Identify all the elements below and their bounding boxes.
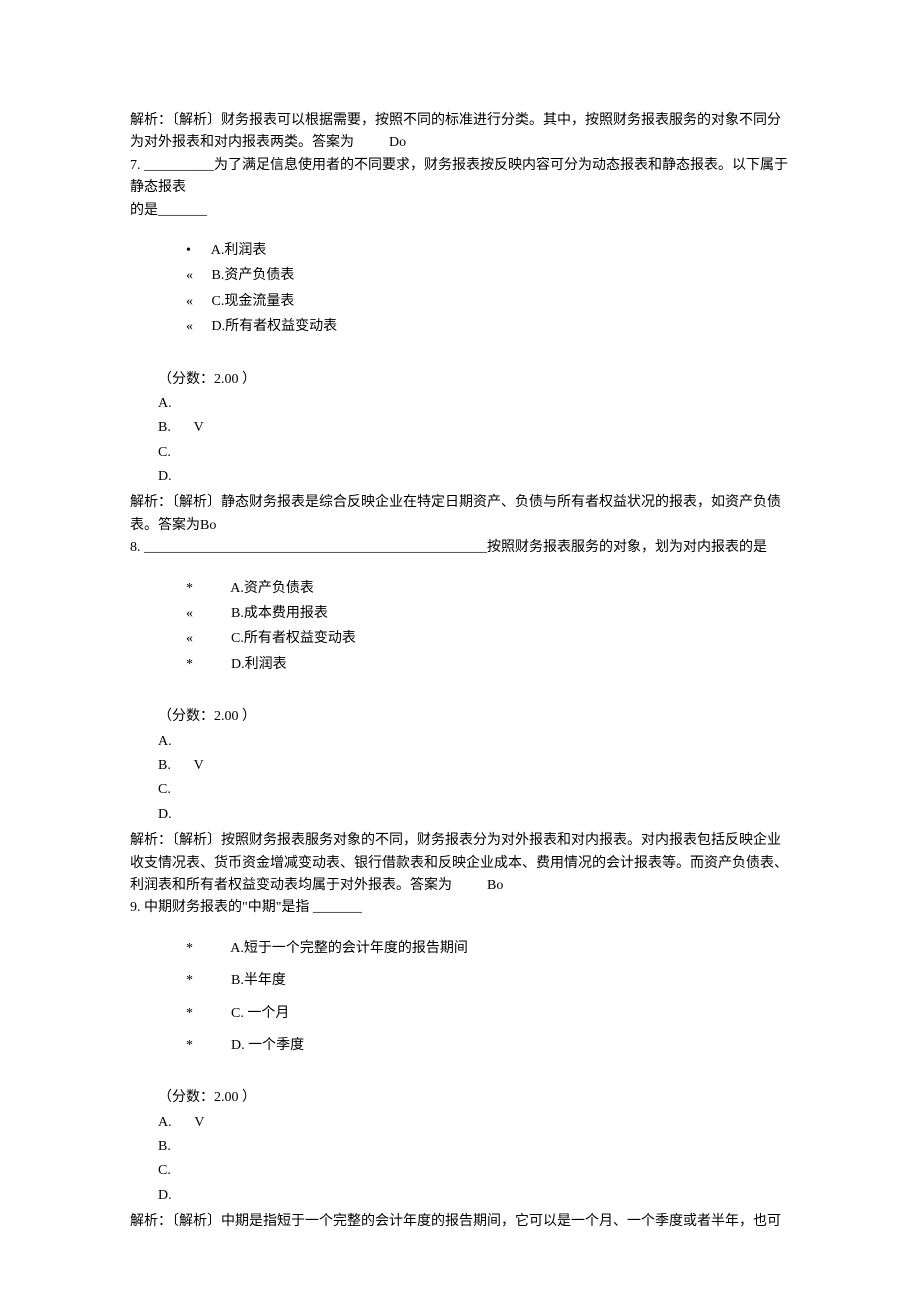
q8-option-c-text: C.所有者权益变动表: [231, 631, 356, 646]
q7-answer-c: C.: [130, 442, 790, 464]
q9-option-a: * A.短于一个完整的会计年度的报告期间: [130, 938, 790, 960]
q9-answer-block: （分数：2.00 ） A. V B. C. D.: [130, 1087, 790, 1207]
bullet-icon: «: [186, 603, 208, 625]
q7-option-c: « C.现金流量表: [130, 291, 790, 313]
q8-option-b: « B.成本费用报表: [130, 603, 790, 625]
q8-answer-tag: Bo: [487, 878, 503, 893]
q8-answer-b: B. V: [130, 755, 790, 777]
bullet-icon: •: [186, 240, 208, 262]
q8-analysis-text: 解析：〔解析〕按照财务报表服务对象的不同，财务报表分为对外报表和对内报表。对内报…: [130, 833, 788, 893]
q7-option-a-text: A.利润表: [211, 243, 267, 258]
q7-answer-b: B. V: [130, 417, 790, 439]
q6-analysis: 解析：〔解析〕财务报表可以根据需要，按照不同的标准进行分类。其中，按照财务报表服…: [130, 110, 790, 155]
bullet-icon: *: [186, 1003, 208, 1025]
q9-option-d-text: D. 一个季度: [231, 1038, 304, 1053]
q9-options: * A.短于一个完整的会计年度的报告期间 * B.半年度 * C. 一个月 * …: [130, 938, 790, 1058]
q9-answer-b: B.: [130, 1136, 790, 1158]
q9-option-d: * D. 一个季度: [130, 1035, 790, 1057]
q8-score: （分数：2.00 ）: [130, 706, 790, 728]
q8-correct-mark: V: [194, 758, 204, 773]
q7-option-b: « B.资产负债表: [130, 265, 790, 287]
bullet-icon: «: [186, 628, 208, 650]
q7-option-a: • A.利润表: [130, 240, 790, 262]
bullet-icon: «: [186, 316, 208, 338]
q8-answer-block: （分数：2.00 ） A. B. V C. D.: [130, 706, 790, 826]
q7-answer-d: D.: [130, 466, 790, 488]
q7-option-d: « D.所有者权益变动表: [130, 316, 790, 338]
q9-option-c-text: C. 一个月: [231, 1006, 289, 1021]
q8-option-d-text: D.利润表: [231, 657, 287, 672]
bullet-icon: «: [186, 291, 208, 313]
bullet-icon: *: [186, 578, 208, 600]
q8-answer-d: D.: [130, 804, 790, 826]
q9-option-a-text: A.短于一个完整的会计年度的报告期间: [230, 941, 468, 956]
q7-score: （分数：2.00 ）: [130, 369, 790, 391]
q8-option-a-text: A.资产负债表: [230, 581, 314, 596]
q8-analysis: 解析：〔解析〕按照财务报表服务对象的不同，财务报表分为对外报表和对内报表。对内报…: [130, 830, 790, 897]
bullet-icon: *: [186, 1035, 208, 1057]
q8-option-c: « C.所有者权益变动表: [130, 628, 790, 650]
q9-answer-a-label: A.: [158, 1115, 172, 1130]
bullet-icon: «: [186, 265, 208, 287]
q6-answer-tag: Do: [389, 135, 406, 150]
q7-stem-b: 的是_______: [130, 200, 790, 222]
q9-analysis: 解析：〔解析〕中期是指短于一个完整的会计年度的报告期间，它可以是一个月、一个季度…: [130, 1211, 790, 1233]
q8-answer-b-label: B.: [158, 758, 171, 773]
q7-option-b-text: B.资产负债表: [212, 268, 295, 283]
q8-stem: 8. _____________________________________…: [130, 537, 790, 559]
q7-analysis: 解析：〔解析〕静态财务报表是综合反映企业在特定日期资产、负债与所有者权益状况的报…: [130, 492, 790, 537]
q9-stem: 9. 中期财务报表的"中期"是指 _______: [130, 897, 790, 919]
q7-options: • A.利润表 « B.资产负债表 « C.现金流量表 « D.所有者权益变动表: [130, 240, 790, 339]
bullet-icon: *: [186, 970, 208, 992]
q7-correct-mark: V: [194, 420, 204, 435]
q8-option-b-text: B.成本费用报表: [231, 606, 328, 621]
q6-analysis-text: 解析：〔解析〕财务报表可以根据需要，按照不同的标准进行分类。其中，按照财务报表服…: [130, 113, 781, 150]
q8-option-a: * A.资产负债表: [130, 578, 790, 600]
q8-option-d: * D.利润表: [130, 654, 790, 676]
q9-score: （分数：2.00 ）: [130, 1087, 790, 1109]
q9-answer-d: D.: [130, 1185, 790, 1207]
q9-option-c: * C. 一个月: [130, 1003, 790, 1025]
q8-answer-c: C.: [130, 779, 790, 801]
q7-stem-a: 7. __________为了满足信息使用者的不同要求，财务报表按反映内容可分为…: [130, 155, 790, 200]
q9-answer-a: A. V: [130, 1112, 790, 1134]
q7-answer-b-label: B.: [158, 420, 171, 435]
q7-option-c-text: C.现金流量表: [212, 294, 295, 309]
q8-options: * A.资产负债表 « B.成本费用报表 « C.所有者权益变动表 * D.利润…: [130, 578, 790, 677]
q9-correct-mark: V: [194, 1115, 204, 1130]
q9-answer-c: C.: [130, 1160, 790, 1182]
bullet-icon: *: [186, 938, 208, 960]
q9-option-b-text: B.半年度: [231, 973, 286, 988]
q7-option-d-text: D.所有者权益变动表: [212, 319, 338, 334]
q8-answer-a: A.: [130, 731, 790, 753]
q7-answer-a: A.: [130, 393, 790, 415]
q7-answer-block: （分数：2.00 ） A. B. V C. D.: [130, 369, 790, 489]
bullet-icon: *: [186, 654, 208, 676]
q9-option-b: * B.半年度: [130, 970, 790, 992]
